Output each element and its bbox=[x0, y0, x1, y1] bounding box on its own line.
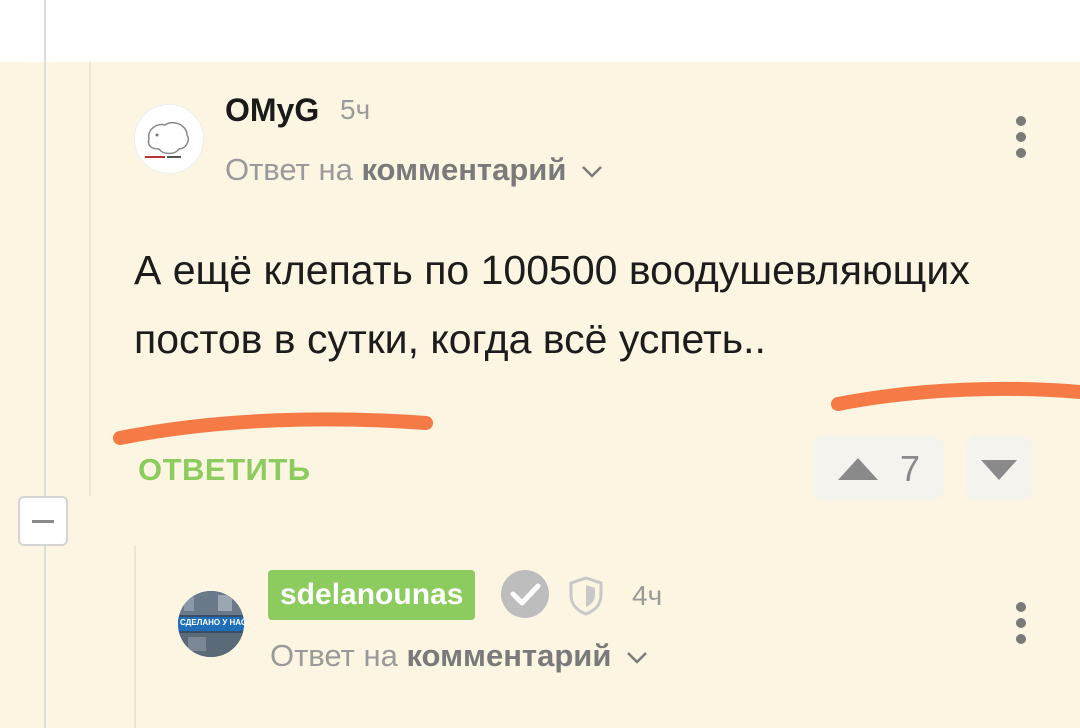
reply-to-link[interactable]: Ответ на комментарий bbox=[225, 152, 603, 188]
verified-check-icon bbox=[501, 570, 549, 618]
collapse-thread-button[interactable] bbox=[18, 496, 68, 546]
avatar[interactable] bbox=[134, 104, 204, 174]
comment-time: 4ч bbox=[632, 580, 663, 611]
top-strip bbox=[0, 0, 1080, 62]
minus-icon bbox=[32, 520, 54, 523]
reply-button[interactable]: ОТВЕТИТЬ bbox=[138, 452, 311, 488]
more-options-icon[interactable] bbox=[1016, 116, 1028, 164]
downvote-button[interactable] bbox=[966, 436, 1032, 500]
thread-line-outer bbox=[44, 0, 46, 496]
shield-icon bbox=[569, 576, 603, 616]
thread-line-level2 bbox=[89, 62, 91, 496]
thread-line-level3 bbox=[134, 546, 136, 728]
comment-username[interactable]: OMyG bbox=[225, 92, 319, 129]
arrow-down-icon bbox=[981, 460, 1017, 480]
reply-to-link[interactable]: Ответ на комментарий bbox=[270, 638, 648, 674]
comment-username[interactable]: sdelanounas bbox=[268, 570, 476, 620]
comment-text: А ещё клепать по 100500 воодушевляющих п… bbox=[134, 247, 970, 362]
avatar-drawing-icon bbox=[145, 121, 190, 158]
avatar[interactable]: СДЕЛАНО У НАС bbox=[178, 591, 244, 657]
reply-to-target: комментарий bbox=[361, 152, 567, 187]
more-options-icon[interactable] bbox=[1016, 602, 1028, 650]
reply-to-prefix: Ответ на bbox=[270, 638, 398, 673]
reply-to-target: комментарий bbox=[406, 638, 612, 673]
reply-to-prefix: Ответ на bbox=[225, 152, 353, 187]
upvote-button[interactable] bbox=[812, 436, 944, 500]
avatar-text: СДЕЛАНО У НАС bbox=[180, 618, 244, 627]
rating-count: 7 bbox=[900, 448, 921, 489]
thread-line-outer-lower bbox=[44, 546, 46, 728]
arrow-up-icon bbox=[838, 458, 878, 480]
chevron-down-icon bbox=[582, 165, 602, 178]
chevron-down-icon bbox=[627, 651, 647, 664]
comment-time: 5ч bbox=[340, 94, 371, 125]
